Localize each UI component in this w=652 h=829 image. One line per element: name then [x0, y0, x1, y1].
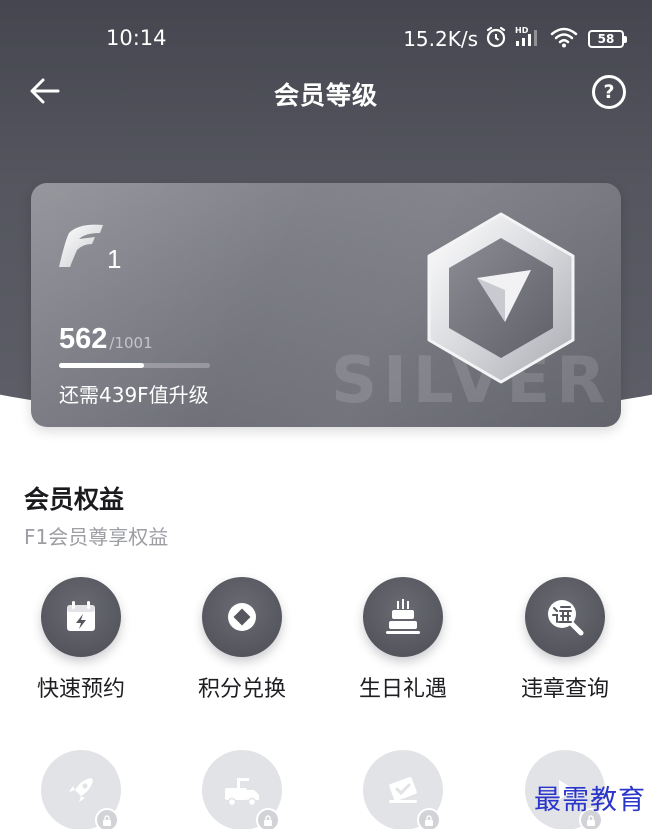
violation-search-icon [525, 577, 605, 657]
benefit-locked-rocket[interactable] [6, 750, 156, 829]
progress-fill [59, 363, 144, 368]
rocket-icon [41, 750, 121, 829]
score-total: /1001 [109, 334, 153, 352]
alarm-icon [484, 25, 508, 53]
lock-icon [95, 808, 119, 829]
score-current: 562 [59, 323, 108, 355]
nav-bar: 会员等级 ? [0, 62, 652, 124]
member-level-screen: 10:14 15.2K/s HD 58 会员等级 ? SILVER 1 F 56… [0, 0, 652, 829]
benefit-label: 积分兑换 [197, 677, 286, 702]
page-title: 会员等级 [273, 81, 378, 110]
benefit-violation-query[interactable]: 违章查询 [490, 577, 640, 703]
calendar-bolt-icon [41, 577, 121, 657]
site-watermark: 最需教育 [534, 785, 646, 816]
member-level-card: SILVER 1 F 562/1001 还需439F值升级 [31, 183, 621, 427]
benefit-birthday-gift[interactable]: 生日礼遇 [328, 577, 478, 703]
help-button[interactable]: ? [592, 75, 626, 109]
lock-icon [417, 808, 441, 829]
level-logo: 1 F [57, 223, 121, 273]
upgrade-hint: 还需439F值升级 [59, 383, 209, 407]
coin-icon [202, 577, 282, 657]
network-speed: 15.2K/s [403, 27, 478, 51]
benefit-locked-ticket[interactable] [328, 750, 478, 829]
benefit-label: 快速预约 [36, 677, 125, 702]
benefit-points-exchange[interactable]: 积分兑换 [167, 577, 317, 703]
benefits-title: 会员权益 [24, 485, 125, 514]
level-number: 1 [107, 244, 121, 273]
wifi-icon [550, 25, 578, 53]
ticket-check-icon [363, 750, 443, 829]
benefit-label: 违章查询 [520, 677, 609, 702]
benefit-locked-tow-truck[interactable] [167, 750, 317, 829]
network-badge: HD [515, 26, 529, 35]
score-row: 562/1001 [59, 323, 153, 356]
hexagon-arrow-badge-icon [427, 212, 575, 384]
question-mark-icon: ? [603, 81, 615, 103]
birthday-cake-icon [363, 577, 443, 657]
signal-icon: HD [514, 25, 544, 53]
tow-truck-icon [202, 750, 282, 829]
progress-bar [59, 363, 210, 368]
status-indicators: 15.2K/s HD 58 [403, 24, 627, 54]
lock-icon [256, 808, 280, 829]
battery-icon: 58 [588, 30, 627, 48]
benefit-label: 生日礼遇 [358, 677, 447, 702]
benefit-quick-booking[interactable]: 快速预约 [6, 577, 156, 703]
status-time: 10:14 [106, 26, 167, 50]
benefits-subtitle: F1会员尊享权益 [24, 525, 169, 549]
battery-level: 58 [597, 32, 615, 46]
level-letter: F [57, 223, 58, 224]
